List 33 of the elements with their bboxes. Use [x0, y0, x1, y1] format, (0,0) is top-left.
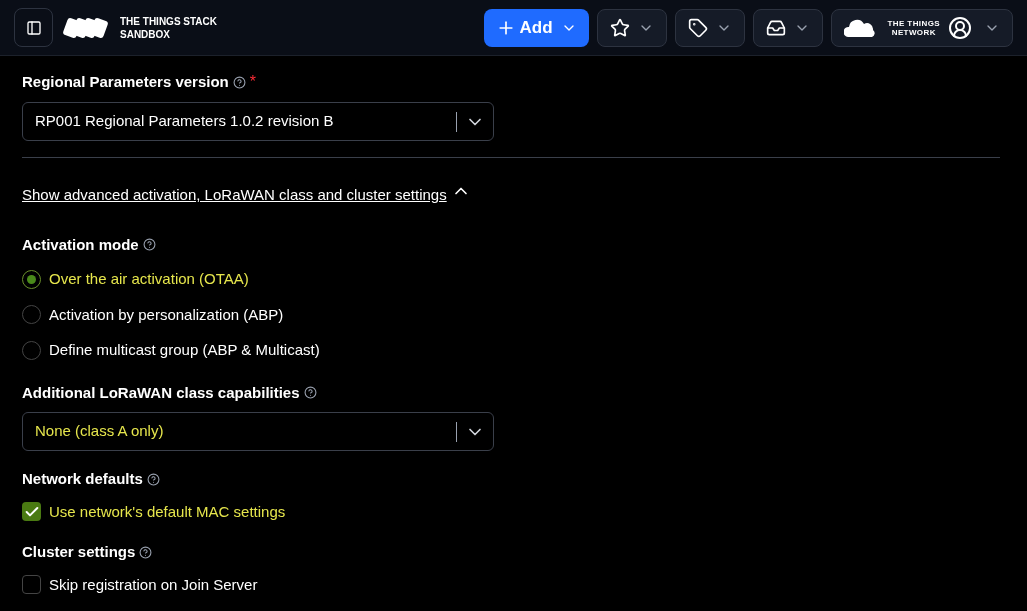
radio-label: Activation by personalization (ABP): [49, 304, 284, 325]
help-icon[interactable]: [139, 545, 153, 559]
required-mark: *: [249, 72, 256, 92]
checkbox-label: Use network's default MAC settings: [49, 501, 286, 522]
checkbox[interactable]: [22, 575, 41, 595]
field-label: Cluster settings: [22, 542, 136, 562]
checkbox[interactable]: [22, 502, 41, 522]
tag-icon: [687, 17, 708, 38]
field-label: Network defaults: [22, 469, 143, 489]
field-label: Regional Parameters version: [22, 71, 229, 92]
add-button[interactable]: Add: [483, 8, 589, 47]
user-icon: [948, 15, 972, 40]
network-logo-text: THE THINGS NETWORK: [887, 18, 940, 37]
field-label: Additional LoRaWAN class capabilities: [22, 382, 300, 403]
help-icon[interactable]: [142, 238, 156, 252]
sidebar-icon: [25, 19, 42, 36]
sidebar-toggle-button[interactable]: [14, 8, 53, 47]
checkbox-label: Skip registration on Join Server: [49, 574, 258, 595]
help-icon[interactable]: [146, 472, 160, 486]
bookmarks-button[interactable]: [596, 8, 667, 47]
brand-name: THE THINGS STACK SANDBOX: [120, 14, 218, 41]
select-field[interactable]: None (class A only): [22, 412, 494, 451]
help-icon[interactable]: [303, 386, 317, 400]
advanced-settings-link[interactable]: Show advanced activation, LoRaWAN class and cluster settings: [22, 184, 447, 207]
radio-label: Define multicast group (ABP & Multicast): [49, 340, 320, 360]
select-field[interactable]: RP001 Regional Parameters 1.0.2 revision B: [22, 102, 494, 141]
tags-button[interactable]: [674, 8, 745, 47]
inbox-button[interactable]: [752, 8, 823, 47]
field-label: Activation mode: [22, 234, 139, 255]
account-button[interactable]: THE THINGS NETWORK: [830, 8, 1013, 47]
radio-label: Over the air activation (OTAA): [49, 269, 249, 289]
star-icon: [609, 17, 630, 38]
help-icon[interactable]: [232, 75, 246, 89]
